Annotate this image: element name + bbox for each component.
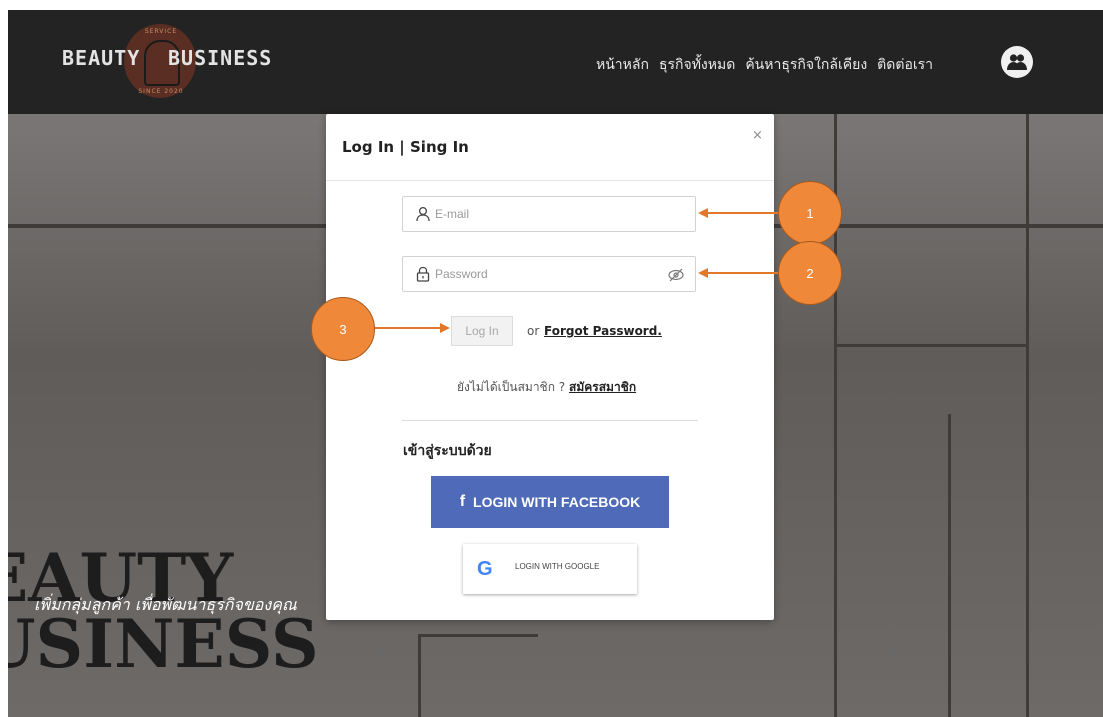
google-icon: G xyxy=(477,558,493,580)
main-nav: หน้าหลัก ธุรกิจทั้งหมด ค้นหาธุรกิจใกล้เค… xyxy=(596,54,933,76)
nav-contact[interactable]: ติดต่อเรา xyxy=(877,54,933,76)
nav-all-businesses[interactable]: ธุรกิจทั้งหมด xyxy=(659,54,735,76)
email-input[interactable] xyxy=(435,197,665,231)
hero-mirror-frame xyxy=(418,634,538,637)
logo-word-beauty: BEAUTY xyxy=(62,46,141,70)
callout-badge-1: 1 xyxy=(778,181,842,245)
logo-service-text: SERVICE xyxy=(144,28,178,35)
not-member-text: ยังไม่ได้เป็นสมาชิก ? xyxy=(457,380,566,394)
facebook-icon: f xyxy=(459,493,466,510)
facebook-login-label: LOGIN WITH FACEBOOK xyxy=(473,494,641,510)
login-button[interactable]: Log In xyxy=(451,316,513,346)
login-with-heading: เข้าสู่ระบบด้วย xyxy=(403,443,492,459)
callout-arrow-left xyxy=(372,323,450,333)
user-account-icon[interactable] xyxy=(1001,46,1033,78)
email-field xyxy=(402,196,696,232)
facebook-login-button[interactable]: f LOGIN WITH FACEBOOK xyxy=(431,476,669,528)
social-divider xyxy=(402,420,698,421)
hero-mirror-frame xyxy=(418,634,421,717)
password-input[interactable] xyxy=(435,257,665,291)
callout-badge-3: 3 xyxy=(311,297,375,361)
hero-subtitle: เพิ่มกลุ่มลูกค้า เพื่อพัฒนาธุรกิจของคุณ xyxy=(34,595,297,614)
signup-link[interactable]: สมัครสมาชิก xyxy=(569,378,636,397)
users-icon xyxy=(1007,54,1027,70)
or-text: or xyxy=(527,324,540,338)
password-field xyxy=(402,256,696,292)
eye-off-icon[interactable] xyxy=(667,267,685,283)
hero-rack-bar xyxy=(834,344,1029,347)
nav-home[interactable]: หน้าหลัก xyxy=(596,54,649,76)
navbar: SERVICE BEAUTY BUSINESS SINCE 2020 หน้าห… xyxy=(8,10,1103,114)
login-modal: Log In | Sing In × Log In or Forgot Pass… xyxy=(326,114,774,620)
forgot-password-link[interactable]: Forgot Password. xyxy=(544,324,662,338)
hero-rack-post xyxy=(1026,114,1029,717)
user-icon xyxy=(416,206,430,222)
hero-rack-post xyxy=(948,414,951,717)
lock-icon xyxy=(416,266,430,282)
hero-title-line2: USINESS xyxy=(8,605,319,683)
nav-nearby-search[interactable]: ค้นหาธุรกิจใกล้เคียง xyxy=(745,54,867,76)
modal-title: Log In | Sing In xyxy=(342,138,469,156)
close-icon[interactable]: × xyxy=(752,128,763,143)
logo-word-business: BUSINESS xyxy=(168,46,273,70)
callout-badge-2: 2 xyxy=(778,241,842,305)
callout-arrows-right xyxy=(698,208,788,278)
google-login-button[interactable]: G LOGIN WITH GOOGLE xyxy=(463,544,637,594)
site-logo[interactable]: SERVICE BEAUTY BUSINESS SINCE 2020 xyxy=(56,24,271,102)
modal-header-divider xyxy=(326,180,774,181)
google-login-label: LOGIN WITH GOOGLE xyxy=(515,562,600,571)
logo-since-text: SINCE 2020 xyxy=(138,88,184,95)
